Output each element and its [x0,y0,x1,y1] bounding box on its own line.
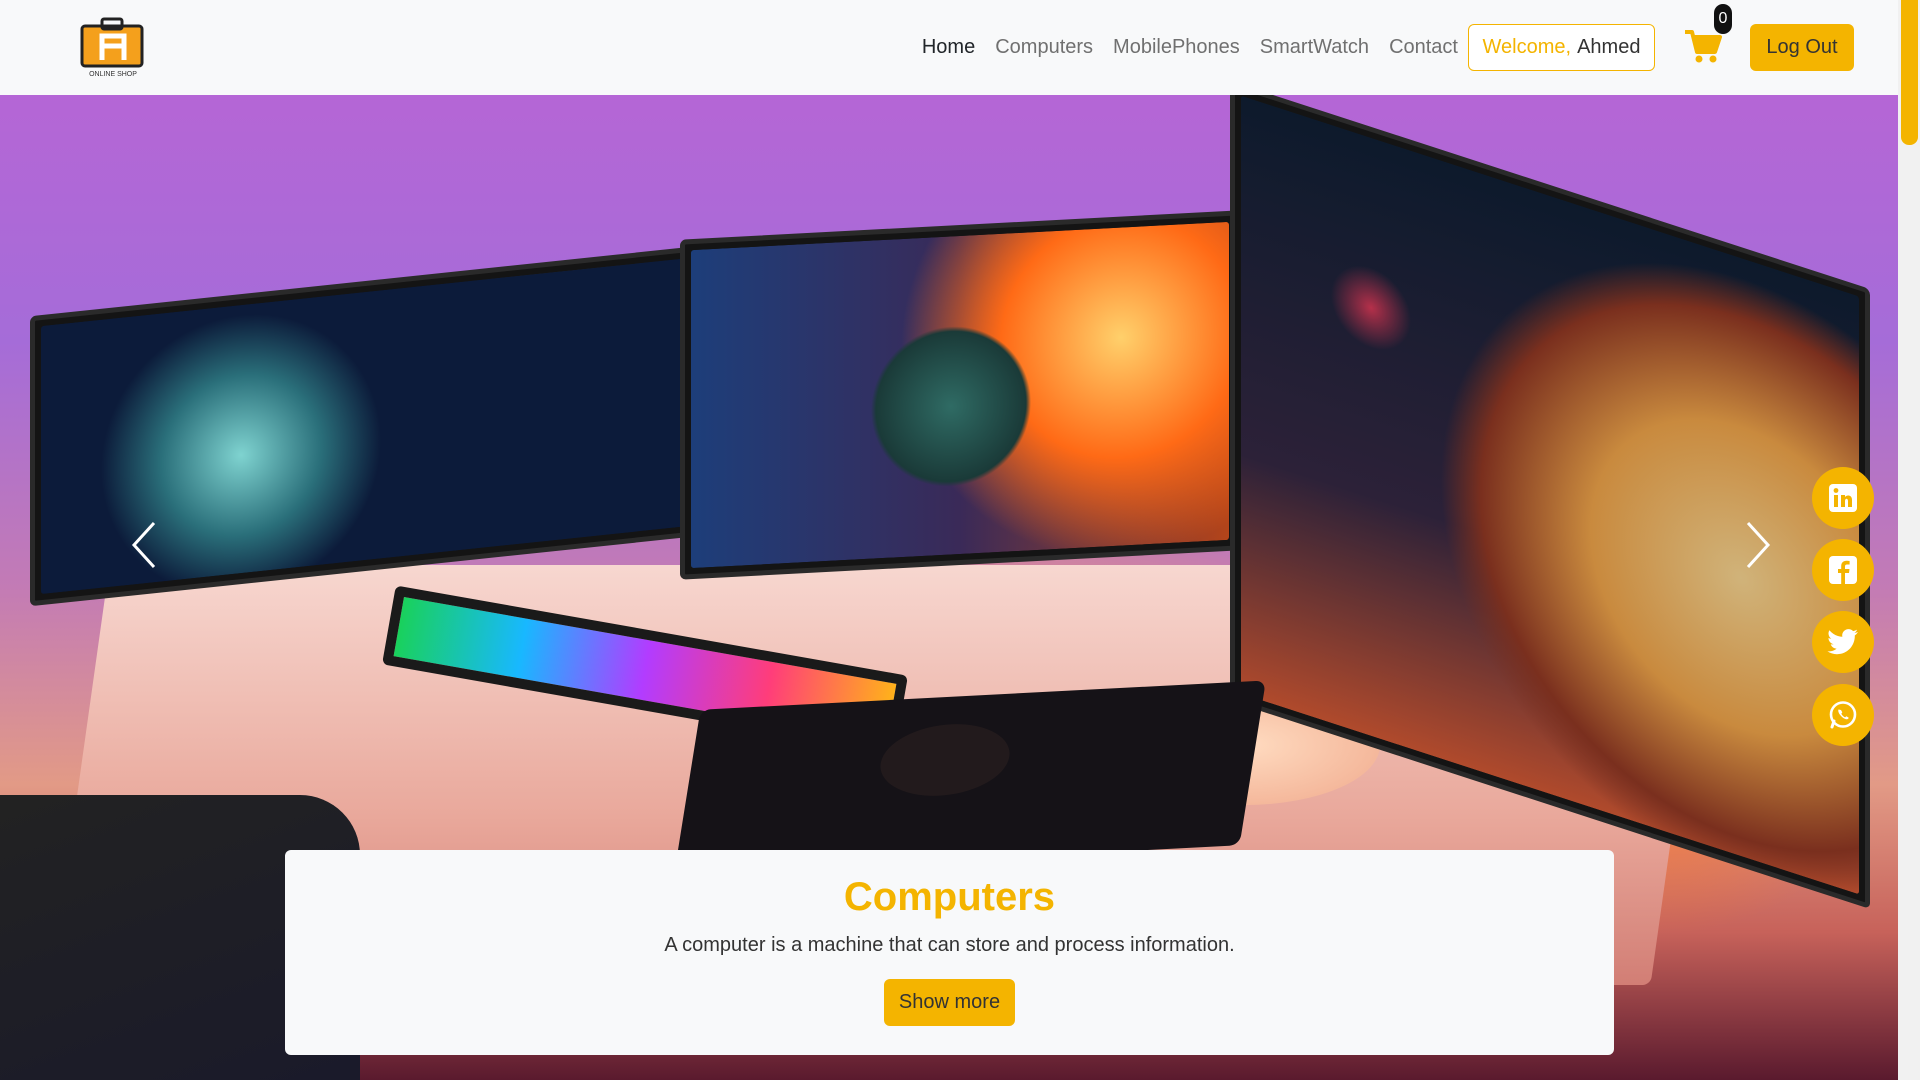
facebook-icon[interactable] [1812,539,1874,601]
whatsapp-icon[interactable] [1812,684,1874,746]
caption-title: Computers [843,875,1056,919]
nav-links: Home Computers MobilePhones SmartWatch C… [922,0,1458,95]
page: ONLINE SHOP Home Computers MobilePhones … [0,0,1920,1080]
caption-description: A computer is a machine that can store a… [664,934,1235,956]
navbar: ONLINE SHOP Home Computers MobilePhones … [0,0,1898,95]
hero-carousel: Computers A computer is a machine that c… [0,95,1898,1080]
user-name: Ahmed [1577,36,1641,58]
nav-computers[interactable]: Computers [995,36,1093,59]
carousel-caption: Computers A computer is a machine that c… [285,850,1614,1055]
linkedin-icon[interactable] [1812,467,1874,529]
svg-text:ONLINE SHOP: ONLINE SHOP [89,71,137,78]
nav-mobilephones[interactable]: MobilePhones [1113,36,1240,59]
show-more-button[interactable]: Show more [884,979,1015,1026]
twitter-icon[interactable] [1812,611,1874,673]
logout-button[interactable]: Log Out [1750,24,1854,71]
monitor-center [680,210,1240,580]
welcome-label: Welcome, [1482,36,1572,58]
cart-count-badge: 0 [1714,4,1732,34]
carousel-next-icon[interactable] [1740,515,1776,575]
logo[interactable]: ONLINE SHOP [78,16,148,78]
scrollbar-thumb[interactable] [1901,0,1918,145]
nav-home[interactable]: Home [922,36,975,59]
scrollbar-track[interactable] [1898,0,1920,1080]
welcome-user[interactable]: Welcome, Ahmed [1468,24,1655,71]
nav-smartwatch[interactable]: SmartWatch [1260,36,1369,59]
carousel-prev-icon[interactable] [126,515,162,575]
nav-contact[interactable]: Contact [1389,36,1458,59]
